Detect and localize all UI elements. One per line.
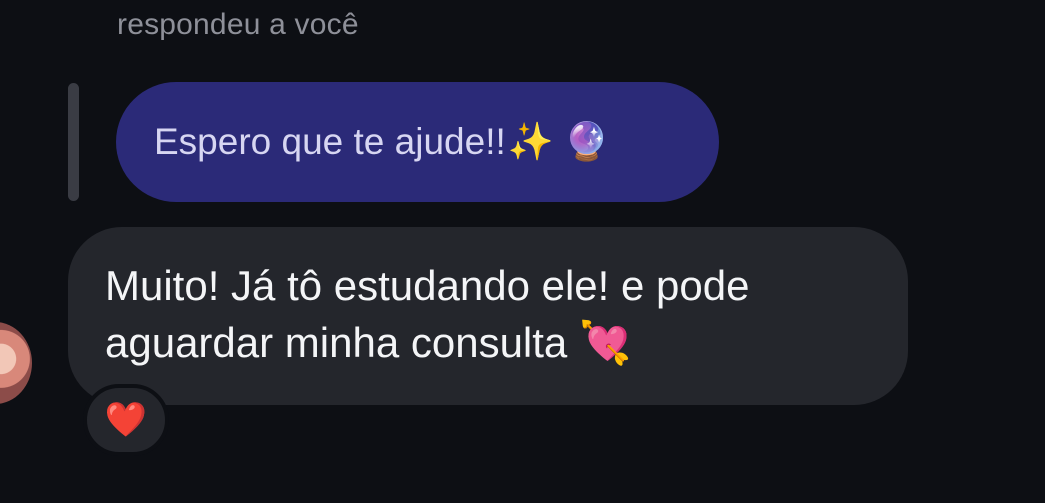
message-bubble[interactable]: Muito! Já tô estudando ele! e pode aguar…: [68, 227, 908, 405]
sender-avatar[interactable]: [0, 322, 32, 404]
heart-icon: ❤️: [104, 401, 148, 439]
message-line-2-text: aguardar minha consulta: [105, 319, 568, 366]
quoted-message-text: Espero que te ajude!!: [154, 121, 506, 162]
crystal-ball-icon: 🔮: [563, 120, 610, 162]
sparkles-icon: ✨: [507, 120, 554, 162]
quoted-message-bar: [68, 83, 79, 201]
quoted-message-bubble[interactable]: Espero que te ajude!! ✨ 🔮: [116, 82, 719, 202]
message-line-2: aguardar minha consulta 💘: [105, 314, 888, 371]
replied-to-you-label: respondeu a você: [117, 8, 359, 41]
message-line-1: Muito! Já tô estudando ele! e pode: [105, 262, 750, 309]
heart-reaction[interactable]: ❤️: [83, 384, 169, 456]
heart-arrow-icon: 💘: [578, 319, 632, 366]
